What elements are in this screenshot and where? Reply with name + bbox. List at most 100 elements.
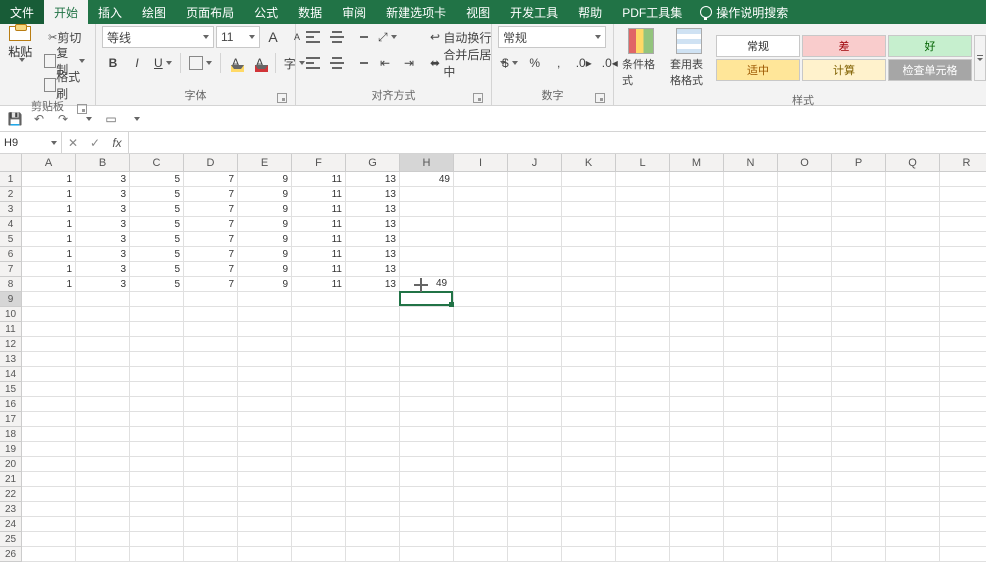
cell-D19[interactable] <box>184 442 238 457</box>
cell-D23[interactable] <box>184 502 238 517</box>
cell-E7[interactable]: 9 <box>238 262 292 277</box>
cell-E6[interactable]: 9 <box>238 247 292 262</box>
cell-R12[interactable] <box>940 337 986 352</box>
col-header-C[interactable]: C <box>130 154 184 172</box>
cell-L11[interactable] <box>616 322 670 337</box>
cell-F15[interactable] <box>292 382 346 397</box>
tab-绘图[interactable]: 绘图 <box>132 0 176 24</box>
cell-A19[interactable] <box>22 442 76 457</box>
cell-Q7[interactable] <box>886 262 940 277</box>
tab-开发工具[interactable]: 开发工具 <box>500 0 568 24</box>
cell-I25[interactable] <box>454 532 508 547</box>
cell-P22[interactable] <box>832 487 886 502</box>
tab-帮助[interactable]: 帮助 <box>568 0 612 24</box>
cell-R14[interactable] <box>940 367 986 382</box>
cell-L26[interactable] <box>616 547 670 562</box>
cell-L1[interactable] <box>616 172 670 187</box>
cell-H19[interactable] <box>400 442 454 457</box>
cell-F18[interactable] <box>292 427 346 442</box>
col-header-O[interactable]: O <box>778 154 832 172</box>
cell-K26[interactable] <box>562 547 616 562</box>
cell-K3[interactable] <box>562 202 616 217</box>
cell-B18[interactable] <box>76 427 130 442</box>
cell-D13[interactable] <box>184 352 238 367</box>
cell-O14[interactable] <box>778 367 832 382</box>
cell-E22[interactable] <box>238 487 292 502</box>
cell-C17[interactable] <box>130 412 184 427</box>
cell-D21[interactable] <box>184 472 238 487</box>
cell-N8[interactable] <box>724 277 778 292</box>
align-right-button[interactable] <box>350 52 372 74</box>
cell-A10[interactable] <box>22 307 76 322</box>
cell-M3[interactable] <box>670 202 724 217</box>
cell-A16[interactable] <box>22 397 76 412</box>
col-header-M[interactable]: M <box>670 154 724 172</box>
cell-O26[interactable] <box>778 547 832 562</box>
italic-button[interactable]: I <box>126 52 148 74</box>
cell-J23[interactable] <box>508 502 562 517</box>
row-header-11[interactable]: 11 <box>0 322 22 337</box>
cell-D24[interactable] <box>184 517 238 532</box>
cell-D20[interactable] <box>184 457 238 472</box>
tab-审阅[interactable]: 审阅 <box>332 0 376 24</box>
cell-P1[interactable] <box>832 172 886 187</box>
cell-I3[interactable] <box>454 202 508 217</box>
align-bottom-button[interactable] <box>350 26 372 48</box>
cell-F1[interactable]: 11 <box>292 172 346 187</box>
cell-J17[interactable] <box>508 412 562 427</box>
cell-G11[interactable] <box>346 322 400 337</box>
cell-R26[interactable] <box>940 547 986 562</box>
cell-I23[interactable] <box>454 502 508 517</box>
cell-H10[interactable] <box>400 307 454 322</box>
cell-J25[interactable] <box>508 532 562 547</box>
cell-P14[interactable] <box>832 367 886 382</box>
cell-Q21[interactable] <box>886 472 940 487</box>
cell-B21[interactable] <box>76 472 130 487</box>
cell-F22[interactable] <box>292 487 346 502</box>
align-middle-button[interactable] <box>326 26 348 48</box>
bold-button[interactable]: B <box>102 52 124 74</box>
cell-J6[interactable] <box>508 247 562 262</box>
row-header-23[interactable]: 23 <box>0 502 22 517</box>
cell-B13[interactable] <box>76 352 130 367</box>
cell-Q13[interactable] <box>886 352 940 367</box>
cell-C5[interactable]: 5 <box>130 232 184 247</box>
row-header-15[interactable]: 15 <box>0 382 22 397</box>
border-button[interactable] <box>185 52 216 74</box>
cell-Q26[interactable] <box>886 547 940 562</box>
cell-E21[interactable] <box>238 472 292 487</box>
cell-O1[interactable] <box>778 172 832 187</box>
cell-A15[interactable] <box>22 382 76 397</box>
cell-L16[interactable] <box>616 397 670 412</box>
cell-N5[interactable] <box>724 232 778 247</box>
cell-H15[interactable] <box>400 382 454 397</box>
cell-H24[interactable] <box>400 517 454 532</box>
cell-K18[interactable] <box>562 427 616 442</box>
cell-L17[interactable] <box>616 412 670 427</box>
cell-D8[interactable]: 7 <box>184 277 238 292</box>
cell-H26[interactable] <box>400 547 454 562</box>
col-header-A[interactable]: A <box>22 154 76 172</box>
cell-L6[interactable] <box>616 247 670 262</box>
tab-插入[interactable]: 插入 <box>88 0 132 24</box>
cell-E18[interactable] <box>238 427 292 442</box>
number-format-combo[interactable]: 常规 <box>498 26 606 48</box>
cell-K7[interactable] <box>562 262 616 277</box>
cell-R11[interactable] <box>940 322 986 337</box>
cell-P9[interactable] <box>832 292 886 307</box>
cell-B22[interactable] <box>76 487 130 502</box>
cell-D25[interactable] <box>184 532 238 547</box>
row-header-14[interactable]: 14 <box>0 367 22 382</box>
col-header-D[interactable]: D <box>184 154 238 172</box>
cell-styles-gallery[interactable]: 常规 差 好 适中 计算 检查单元格 <box>716 35 972 81</box>
cell-H25[interactable] <box>400 532 454 547</box>
cell-I11[interactable] <box>454 322 508 337</box>
cell-Q12[interactable] <box>886 337 940 352</box>
cell-N3[interactable] <box>724 202 778 217</box>
cell-C13[interactable] <box>130 352 184 367</box>
cell-O10[interactable] <box>778 307 832 322</box>
cell-C14[interactable] <box>130 367 184 382</box>
tab-file[interactable]: 文件 <box>0 0 44 24</box>
cell-R13[interactable] <box>940 352 986 367</box>
cell-L20[interactable] <box>616 457 670 472</box>
